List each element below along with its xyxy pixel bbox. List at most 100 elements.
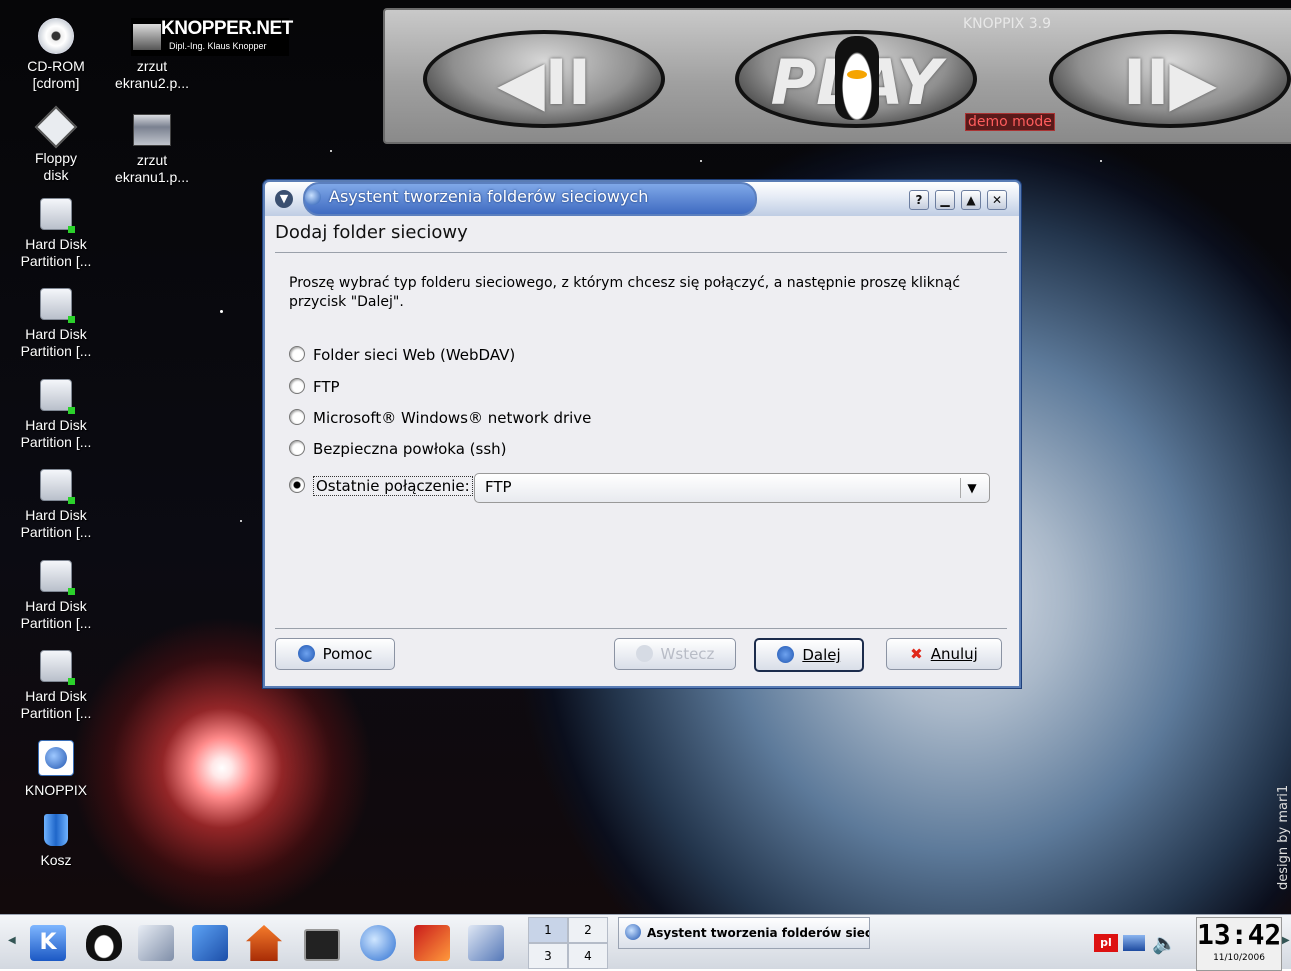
radio-ftp[interactable]: FTP — [289, 378, 340, 396]
pager-desktop-4[interactable]: 4 — [568, 943, 608, 969]
desktop-icon-hard-disk-5[interactable]: Hard Disk Partition [... — [8, 560, 104, 632]
help-button[interactable]: Pomoc — [275, 638, 395, 670]
file-manager-icon[interactable] — [138, 925, 174, 961]
floppy-icon — [34, 105, 78, 149]
help-button-label: Pomoc — [322, 645, 373, 663]
radio-button[interactable] — [289, 378, 305, 394]
desktop-icon-hard-disk-4[interactable]: Hard Disk Partition [... — [8, 469, 104, 541]
close-button[interactable]: ✕ — [987, 190, 1007, 210]
pager-desktop-1[interactable]: 1 — [528, 917, 568, 943]
next-label: II▶ — [1123, 46, 1217, 119]
dialog-titlebar[interactable]: ▼ Asystent tworzenia folderów sieciowych… — [265, 182, 1019, 216]
k-menu-button[interactable]: K — [30, 925, 66, 961]
home-folder-icon[interactable] — [246, 925, 282, 961]
previous-button[interactable]: ◀II — [423, 30, 665, 128]
pager-desktop-3[interactable]: 3 — [528, 943, 568, 969]
radio-recent-connection[interactable]: Ostatnie połączenie: — [289, 476, 473, 496]
demo-mode-badge: demo mode — [965, 113, 1055, 131]
next-button[interactable]: II▶ — [1049, 30, 1291, 128]
desktop-icon-trash[interactable]: Kosz — [8, 814, 104, 869]
office-suite-icon[interactable] — [468, 925, 504, 961]
terminal-icon[interactable] — [304, 929, 340, 961]
next-button[interactable]: Dalej — [754, 638, 864, 672]
desktop-icon-knoppix[interactable]: KNOPPIX — [8, 740, 104, 799]
radio-button[interactable] — [289, 409, 305, 425]
star — [220, 310, 223, 313]
desktop-icon-floppy[interactable]: Floppy disk — [8, 105, 104, 184]
back-button-label: Wstecz — [660, 645, 715, 663]
radio-button[interactable] — [289, 346, 305, 362]
radio-ssh[interactable]: Bezpieczna powłoka (ssh) — [289, 440, 507, 458]
radio-label: Ostatnie połączenie: — [313, 476, 473, 496]
radio-button[interactable] — [289, 477, 305, 493]
volume-icon[interactable]: 🔈 — [1152, 931, 1177, 955]
desktop-icon-hard-disk-1[interactable]: Hard Disk Partition [... — [8, 198, 104, 270]
chevron-down-icon[interactable]: ▼ — [960, 478, 983, 498]
maximize-button[interactable]: ▲ — [961, 190, 981, 210]
konqueror-browser-icon[interactable] — [360, 925, 396, 961]
window-menu-button[interactable]: ▼ — [275, 190, 293, 208]
desktop-icon-label: Floppy disk — [34, 150, 78, 183]
penguin-launcher-icon[interactable] — [86, 925, 122, 961]
screenshot-file-icon — [133, 24, 161, 50]
help-icon — [297, 645, 315, 662]
recent-connection-select[interactable]: FTP ▼ — [474, 473, 990, 503]
next-arrow-icon — [777, 646, 795, 663]
desktop-icon-label: Hard Disk Partition [... — [20, 688, 92, 721]
radio-button[interactable] — [289, 440, 305, 456]
desktop-icon-hard-disk-6[interactable]: Hard Disk Partition [... — [8, 650, 104, 722]
taskbar-window-button[interactable]: Asystent tworzenia folderów sieci — [618, 917, 870, 949]
desktop-icon-label: Hard Disk Partition [... — [20, 507, 92, 540]
network-folder-icon — [625, 924, 641, 940]
control-center-icon[interactable] — [192, 925, 228, 961]
panel-hide-arrow-icon[interactable]: ▶ — [1282, 935, 1290, 946]
pager-label: 4 — [584, 949, 592, 963]
keyboard-layout-indicator[interactable]: pl — [1094, 934, 1118, 952]
desktop-icon-label: Hard Disk Partition [... — [20, 326, 92, 359]
desktop-icon-label: zrzut ekranu2.p... — [115, 58, 189, 91]
clock[interactable]: 13:42 11/10/2006 — [1196, 917, 1282, 971]
help-title-button[interactable]: ? — [909, 190, 929, 210]
radio-windows-network-drive[interactable]: Microsoft® Windows® network drive — [289, 409, 591, 427]
star — [700, 160, 702, 162]
network-monitor-icon[interactable] — [1123, 935, 1145, 951]
star — [240, 520, 242, 522]
hard-disk-icon — [40, 560, 75, 595]
desktop-icon-label: Kosz — [40, 852, 72, 868]
desktop-icon-label: KNOPPIX — [24, 782, 88, 798]
desktop-icon-hard-disk-3[interactable]: Hard Disk Partition [... — [8, 379, 104, 451]
screenshot-file-icon — [133, 114, 171, 146]
network-folder-wizard-dialog: ▼ Asystent tworzenia folderów sieciowych… — [263, 180, 1021, 688]
clock-time: 13:42 — [1197, 918, 1282, 951]
cdrom-icon — [38, 18, 74, 54]
desktop-icon-cdrom[interactable]: CD-ROM [cdrom] — [8, 18, 104, 92]
next-button-label: Dalej — [802, 646, 841, 664]
play-button[interactable]: PLAY — [735, 30, 977, 128]
hard-disk-icon — [40, 379, 75, 414]
desktop-icon-label: Hard Disk Partition [... — [20, 236, 92, 269]
desktop-icon-hard-disk-2[interactable]: Hard Disk Partition [... — [8, 288, 104, 360]
back-button[interactable]: Wstecz — [614, 638, 736, 670]
recent-connection-value: FTP — [485, 478, 512, 496]
radio-webdav[interactable]: Folder sieci Web (WebDAV) — [289, 346, 515, 364]
hard-disk-icon — [40, 288, 75, 323]
minimize-button[interactable]: ▁ — [935, 190, 955, 210]
divider — [275, 252, 1007, 253]
previous-label: ◀II — [497, 46, 591, 119]
mozilla-icon[interactable] — [414, 925, 450, 961]
desktop-icon-label: zrzut ekranu1.p... — [115, 152, 189, 185]
pager-label: 3 — [544, 949, 552, 963]
panel-hide-arrow-icon[interactable]: ◀ — [8, 935, 16, 946]
desktop-icon-screenshot-1[interactable]: zrzut ekranu1.p... — [104, 112, 200, 186]
pager-label: 2 — [584, 923, 592, 937]
star — [330, 150, 332, 152]
desktop-icon-label: CD-ROM [cdrom] — [27, 58, 85, 91]
kde-taskbar: ◀ K 1 2 3 4 Asystent tworzenia folderów … — [0, 914, 1291, 971]
hard-disk-icon — [40, 469, 75, 504]
hard-disk-icon — [40, 650, 75, 685]
pager-desktop-2[interactable]: 2 — [568, 917, 608, 943]
cancel-button[interactable]: ✖ Anuluj — [886, 638, 1002, 670]
knopper-logo-subtitle: Dipl.-Ing. Klaus Knopper — [169, 41, 267, 51]
radio-label: Bezpieczna powłoka (ssh) — [313, 440, 507, 458]
pager-label: 1 — [544, 923, 552, 937]
